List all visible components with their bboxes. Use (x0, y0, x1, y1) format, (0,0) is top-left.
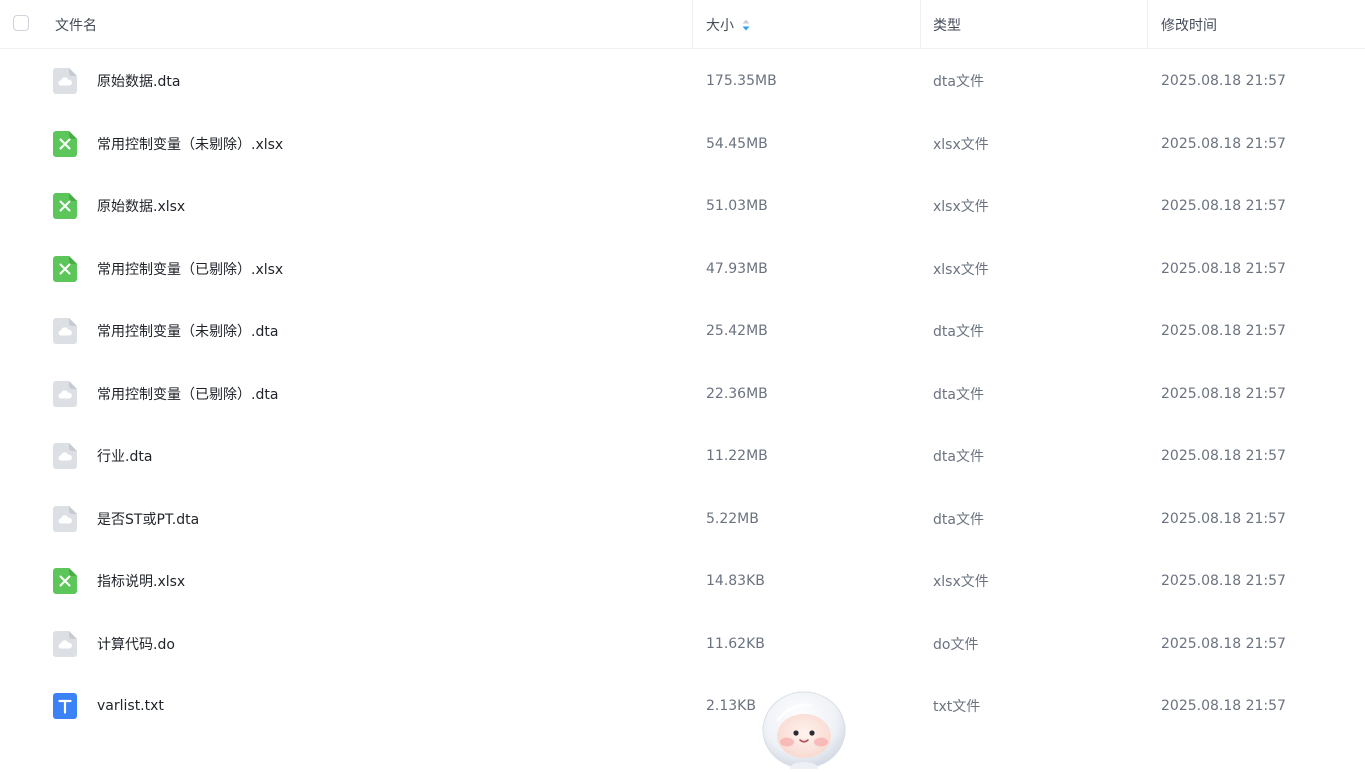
file-name[interactable]: 常用控制变量（已剔除）.dta (97, 363, 278, 425)
file-row[interactable]: 原始数据.dta 175.35MB dta文件 2025.08.18 21:57 (0, 50, 1365, 113)
file-list: 原始数据.dta 175.35MB dta文件 2025.08.18 21:57… (0, 50, 1365, 738)
file-row[interactable]: 计算代码.do 11.62KB do文件 2025.08.18 21:57 (0, 613, 1365, 676)
file-name[interactable]: varlist.txt (97, 675, 164, 737)
file-type: xlsx文件 (933, 261, 989, 278)
file-name[interactable]: 常用控制变量（未剔除）.dta (97, 300, 278, 362)
file-size: 25.42MB (706, 323, 768, 339)
column-header-type[interactable]: 类型 (933, 0, 961, 49)
cloud-file-icon (53, 443, 77, 469)
sort-descending-icon[interactable] (742, 19, 750, 31)
excel-file-icon (53, 568, 77, 594)
select-all-checkbox[interactable] (13, 15, 29, 31)
file-modified-time: 2025.08.18 21:57 (1161, 323, 1286, 339)
file-size: 11.22MB (706, 448, 768, 464)
file-name[interactable]: 原始数据.xlsx (97, 175, 185, 237)
file-name[interactable]: 行业.dta (97, 425, 152, 487)
cloud-file-icon (53, 68, 77, 94)
file-modified-time: 2025.08.18 21:57 (1161, 73, 1286, 89)
cloud-file-icon (53, 630, 77, 657)
cloud-file-icon (53, 505, 77, 532)
file-type: xlsx文件 (933, 136, 989, 153)
file-type: dta文件 (933, 511, 984, 528)
column-divider[interactable] (920, 0, 921, 49)
file-modified-time: 2025.08.18 21:57 (1161, 135, 1286, 152)
file-modified-time: 2025.08.18 21:57 (1161, 635, 1286, 652)
file-size: 54.45MB (706, 135, 768, 152)
file-size: 47.93MB (706, 260, 768, 277)
file-row[interactable]: 是否ST或PT.dta 5.22MB dta文件 2025.08.18 21:5… (0, 488, 1365, 551)
file-name[interactable]: 常用控制变量（未剔除）.xlsx (97, 113, 283, 175)
column-header-modified-label: 修改时间 (1161, 17, 1217, 34)
file-size: 2.13KB (706, 698, 756, 714)
column-header-modified[interactable]: 修改时间 (1161, 0, 1217, 49)
file-type: dta文件 (933, 74, 984, 90)
file-row[interactable]: 常用控制变量（未剔除）.dta 25.42MB dta文件 2025.08.18… (0, 300, 1365, 363)
excel-file-icon (53, 130, 77, 157)
file-type: dta文件 (933, 324, 984, 340)
column-header-type-label: 类型 (933, 17, 961, 34)
file-type: xlsx文件 (933, 199, 989, 215)
file-name[interactable]: 指标说明.xlsx (97, 550, 185, 612)
file-type: dta文件 (933, 449, 984, 465)
file-type: dta文件 (933, 386, 984, 403)
column-header-size[interactable]: 大小 (706, 0, 750, 49)
file-size: 11.62KB (706, 635, 765, 652)
file-modified-time: 2025.08.18 21:57 (1161, 510, 1286, 527)
file-row[interactable]: 原始数据.xlsx 51.03MB xlsx文件 2025.08.18 21:5… (0, 175, 1365, 238)
excel-file-icon (53, 255, 77, 282)
column-divider[interactable] (1147, 0, 1148, 49)
file-name[interactable]: 是否ST或PT.dta (97, 488, 199, 550)
file-modified-time: 2025.08.18 21:57 (1161, 198, 1286, 214)
file-size: 14.83KB (706, 573, 765, 589)
column-header-name-label: 文件名 (55, 17, 97, 34)
file-row[interactable]: 常用控制变量（未剔除）.xlsx 54.45MB xlsx文件 2025.08.… (0, 113, 1365, 176)
file-name[interactable]: 计算代码.do (97, 613, 175, 675)
file-name[interactable]: 常用控制变量（已剔除）.xlsx (97, 238, 283, 300)
file-row[interactable]: 行业.dta 11.22MB dta文件 2025.08.18 21:57 (0, 425, 1365, 488)
file-name[interactable]: 原始数据.dta (97, 50, 180, 112)
file-size: 175.35MB (706, 73, 777, 89)
file-modified-time: 2025.08.18 21:57 (1161, 448, 1286, 464)
file-row[interactable]: 指标说明.xlsx 14.83KB xlsx文件 2025.08.18 21:5… (0, 550, 1365, 613)
file-size: 22.36MB (706, 385, 768, 402)
column-divider[interactable] (692, 0, 693, 49)
file-size: 5.22MB (706, 510, 759, 527)
file-size: 51.03MB (706, 198, 768, 214)
file-type: xlsx文件 (933, 574, 989, 590)
file-modified-time: 2025.08.18 21:57 (1161, 573, 1286, 589)
file-type: txt文件 (933, 699, 981, 715)
file-type: do文件 (933, 636, 979, 653)
file-modified-time: 2025.08.18 21:57 (1161, 260, 1286, 277)
file-row[interactable]: 常用控制变量（已剔除）.xlsx 47.93MB xlsx文件 2025.08.… (0, 238, 1365, 301)
file-list-header: 文件名 大小 类型 修改时间 (0, 0, 1365, 49)
assistant-mascot-avatar[interactable] (760, 690, 848, 773)
file-modified-time: 2025.08.18 21:57 (1161, 385, 1286, 402)
file-row[interactable]: varlist.txt 2.13KB txt文件 2025.08.18 21:5… (0, 675, 1365, 738)
text-file-icon (53, 693, 77, 719)
file-modified-time: 2025.08.18 21:57 (1161, 698, 1286, 714)
excel-file-icon (53, 193, 77, 219)
cloud-file-icon (53, 318, 77, 344)
column-header-size-label: 大小 (706, 17, 734, 34)
column-header-name[interactable]: 文件名 (55, 0, 97, 49)
cloud-file-icon (53, 380, 77, 407)
file-row[interactable]: 常用控制变量（已剔除）.dta 22.36MB dta文件 2025.08.18… (0, 363, 1365, 426)
